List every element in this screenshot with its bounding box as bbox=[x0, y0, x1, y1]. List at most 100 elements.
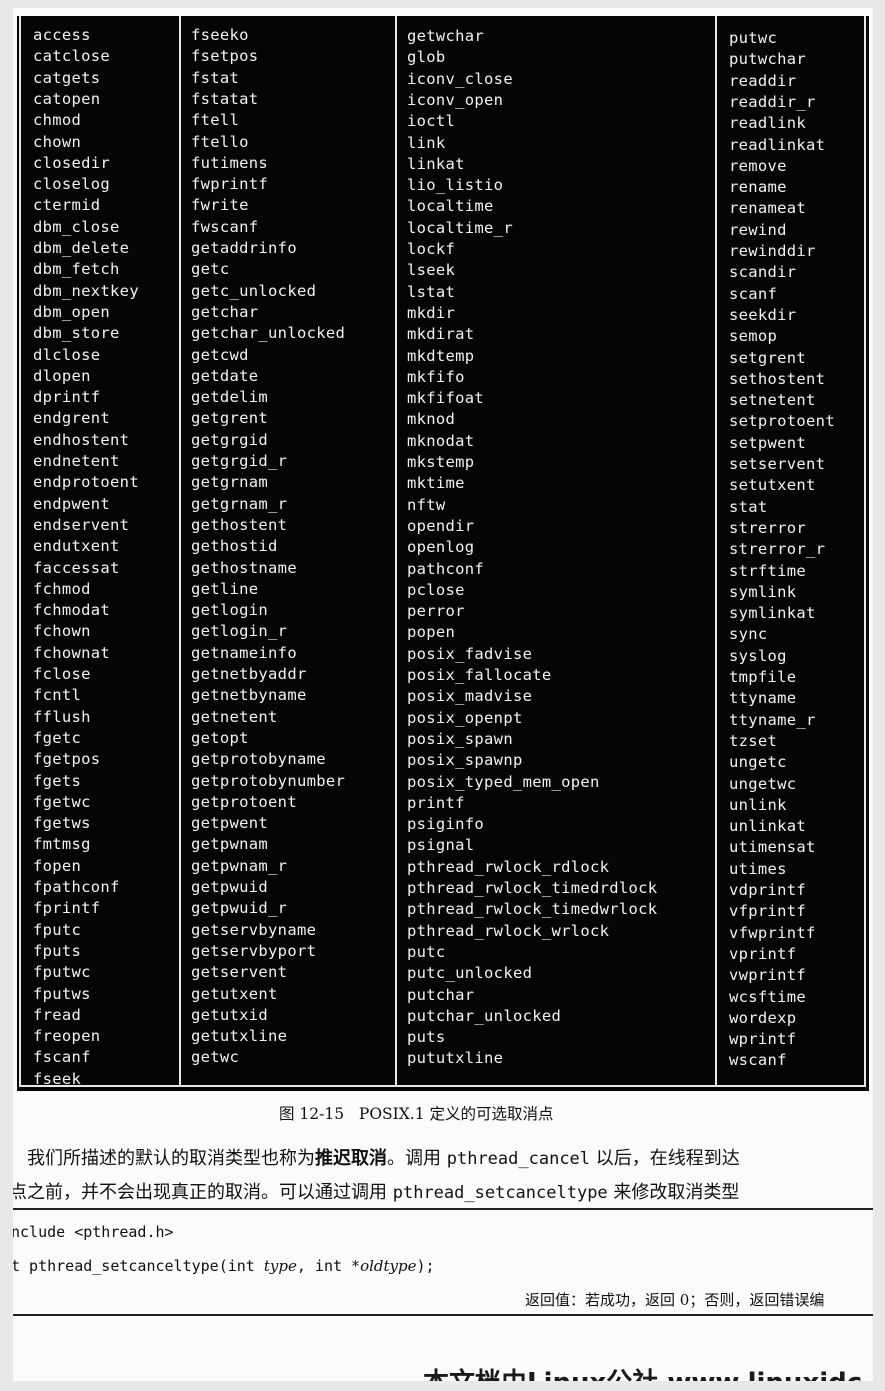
function-name: ungetc bbox=[729, 753, 787, 772]
function-name: vdprintf bbox=[729, 881, 807, 899]
function-name: fseek bbox=[33, 1069, 82, 1088]
function-name: futimens bbox=[191, 153, 269, 172]
function-name: fwrite bbox=[191, 196, 249, 215]
function-name: localtime bbox=[407, 197, 494, 216]
function-name: ftello bbox=[191, 132, 249, 151]
function-name: tmpfile bbox=[729, 668, 797, 686]
function-name: fclose bbox=[33, 665, 91, 683]
function-name: posix_spawn bbox=[407, 729, 513, 748]
figure-caption: 图 12-15 POSIX.1 定义的可选取消点 bbox=[279, 1105, 554, 1123]
function-name: renameat bbox=[729, 199, 807, 218]
function-name: posix_openpt bbox=[407, 708, 523, 727]
function-name: fgetc bbox=[33, 728, 82, 747]
function-name: rewind bbox=[729, 220, 787, 239]
function-name: setservent bbox=[729, 455, 826, 473]
function-name: chmod bbox=[33, 111, 82, 130]
function-name: setnetent bbox=[729, 391, 816, 410]
function-name: fscanf bbox=[33, 1048, 91, 1067]
function-name: fsetpos bbox=[191, 47, 259, 66]
function-name: faccessat bbox=[33, 558, 120, 577]
paragraph-line-1: 我们所描述的默认的取消类型也称为推迟取消。调用 pthread_cancel 以… bbox=[27, 1144, 740, 1170]
function-name: posix_typed_mem_open bbox=[407, 772, 600, 791]
function-name: mkdir bbox=[407, 303, 456, 322]
function-name: fputwc bbox=[33, 963, 91, 982]
function-name: pthread_rwlock_timedrdlock bbox=[407, 879, 658, 897]
function-name: openlog bbox=[407, 538, 475, 557]
function-name: endutxent bbox=[33, 537, 120, 556]
function-name: wscanf bbox=[729, 1051, 787, 1070]
function-name: endpwent bbox=[33, 494, 111, 513]
function-name: localtime_r bbox=[407, 218, 513, 237]
function-name: dbm_delete bbox=[33, 239, 130, 257]
para2-text-a: 点之前，并不会出现真正的取消。可以通过调用 bbox=[13, 1182, 393, 1203]
function-name: dprintf bbox=[33, 388, 101, 407]
function-name: vfwprintf bbox=[729, 923, 816, 942]
function-name: opendir bbox=[407, 516, 475, 535]
function-name: fgetpos bbox=[33, 750, 101, 769]
function-name: pclose bbox=[407, 580, 465, 599]
function-name: mknod bbox=[407, 410, 456, 429]
function-name: getlogin bbox=[191, 601, 269, 620]
function-name: fchmod bbox=[33, 579, 91, 598]
function-name: nftw bbox=[407, 495, 446, 514]
function-name: perror bbox=[407, 602, 465, 621]
prototype-part-c: , int * bbox=[296, 1257, 361, 1275]
function-name: getnetent bbox=[191, 707, 278, 726]
function-name: ttyname bbox=[729, 689, 797, 708]
function-name: getgrgid_r bbox=[191, 452, 288, 470]
function-name: getutxid bbox=[191, 1005, 269, 1024]
function-name: endgrent bbox=[33, 409, 111, 428]
function-name: dbm_store bbox=[33, 324, 120, 343]
para2-code: pthread_setcanceltype bbox=[392, 1183, 608, 1203]
prototype-part-e: ); bbox=[416, 1257, 435, 1275]
function-name: fprintf bbox=[33, 899, 101, 918]
function-name: vwprintf bbox=[729, 966, 807, 985]
para1-emphasis: 推迟取消 bbox=[315, 1148, 387, 1169]
function-name: glob bbox=[407, 48, 446, 67]
para1-code: pthread_cancel bbox=[446, 1149, 591, 1169]
function-name: fgetws bbox=[33, 814, 91, 833]
function-name: setpwent bbox=[729, 433, 807, 452]
function-name: readdir bbox=[729, 71, 797, 90]
function-name: setutxent bbox=[729, 476, 816, 495]
function-name: getservbyname bbox=[191, 920, 317, 939]
function-name: getdelim bbox=[191, 388, 269, 407]
function-name: getpwent bbox=[191, 814, 269, 833]
function-name: fputws bbox=[33, 984, 91, 1003]
book-page: access catclose catgets catopen chmod chown cl… bbox=[13, 8, 873, 1381]
para1-text-c: 。调用 bbox=[387, 1148, 447, 1169]
function-name: wordexp bbox=[729, 1008, 797, 1027]
function-name: mkfifoat bbox=[407, 389, 485, 408]
function-name: mkdtemp bbox=[407, 346, 475, 365]
function-name: freopen bbox=[33, 1027, 101, 1046]
function-name: ctermid bbox=[33, 196, 101, 215]
function-name: fread bbox=[33, 1005, 82, 1024]
function-name: chown bbox=[33, 132, 82, 151]
function-name: pututxline bbox=[407, 1049, 504, 1068]
function-name: dbm_open bbox=[33, 302, 111, 321]
function-name: rewinddir bbox=[729, 242, 816, 260]
function-name: strerror bbox=[729, 518, 807, 537]
function-name: semop bbox=[729, 327, 778, 346]
function-name: ioctl bbox=[407, 112, 456, 131]
function-name: getpwuid bbox=[191, 878, 269, 896]
function-name: getservent bbox=[191, 963, 288, 982]
function-name: posix_fallocate bbox=[407, 666, 552, 684]
para2-text-c: 来修改取消类型 bbox=[607, 1182, 740, 1203]
function-name: fstatat bbox=[191, 89, 259, 108]
function-name: getpwnam bbox=[191, 835, 269, 854]
function-name: remove bbox=[729, 156, 787, 175]
prototype-param-type: type bbox=[263, 1257, 297, 1275]
function-name: pathconf bbox=[407, 559, 485, 578]
function-name: fstat bbox=[191, 68, 240, 87]
function-name: access bbox=[33, 26, 91, 44]
function-name: dbm_nextkey bbox=[33, 281, 139, 300]
function-name: dbm_fetch bbox=[33, 260, 120, 279]
function-name: putc bbox=[407, 942, 446, 961]
function-name: fputs bbox=[33, 941, 82, 960]
function-name: scandir bbox=[729, 263, 797, 282]
function-name: psignal bbox=[407, 836, 475, 855]
function-name: fgetwc bbox=[33, 792, 91, 811]
function-name: syslog bbox=[729, 646, 787, 665]
function-name: lseek bbox=[407, 261, 456, 280]
